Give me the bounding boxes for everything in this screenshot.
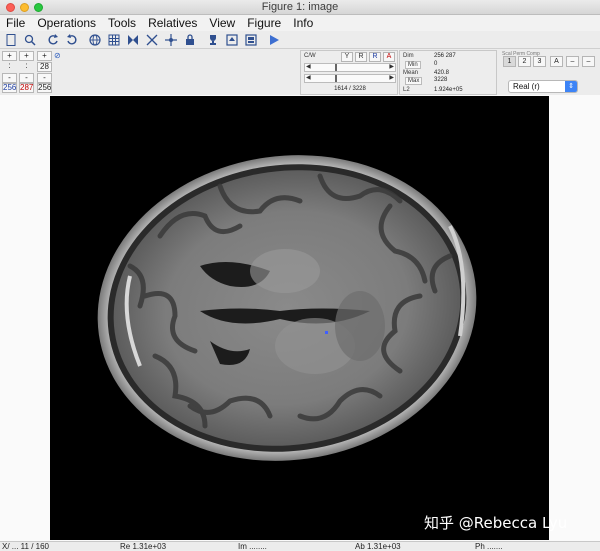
slider-right-arrow-icon[interactable]: ▶ — [389, 63, 394, 70]
menu-tools[interactable]: Tools — [108, 15, 136, 31]
globe-icon[interactable] — [88, 33, 102, 47]
mode-r-button[interactable]: R — [355, 52, 367, 62]
status-xy: X/ ... 11 / 160 — [2, 542, 49, 551]
x-decrement-button[interactable]: - — [2, 73, 17, 83]
contrast-slider-thumb[interactable] — [335, 64, 337, 71]
x-coordinate-value[interactable]: 256 — [2, 83, 17, 93]
y-decrement-button[interactable]: - — [19, 73, 34, 83]
display-panel: Scal Perm Comp 1 2 3 A – – Real (r) ⇕ — [499, 50, 600, 95]
stats-panel: Dim 256 287 Min 0 Mean 420.8 Max 3228 L2… — [399, 50, 497, 95]
chevron-updown-icon[interactable]: ⇕ — [565, 81, 577, 92]
mode-r2-button[interactable]: R — [369, 52, 381, 62]
contrast-window-panel: C/W Y R R A ◀ ▶ ◀ ▶ 1614 / 3228 — [300, 50, 398, 95]
mode-a-button[interactable]: A — [383, 52, 395, 62]
display-button-3[interactable]: 3 — [533, 56, 546, 67]
figure-window: Figure 1: image File Operations Tools Re… — [0, 0, 600, 551]
butterfly-icon[interactable] — [126, 33, 140, 47]
complex-mode-select[interactable]: Real (r) ⇕ — [508, 80, 578, 93]
y-coordinate-value[interactable]: 287 — [19, 83, 34, 93]
contrast-slider[interactable]: ◀ ▶ — [304, 63, 396, 72]
y-increment-button[interactable]: + — [19, 51, 34, 61]
status-real: Re 1.31e+03 — [120, 542, 167, 551]
mode-y-button[interactable]: Y — [341, 52, 353, 62]
menu-operations[interactable]: Operations — [37, 15, 96, 31]
z-decrement-button[interactable]: - — [37, 73, 52, 83]
play-icon[interactable] — [267, 33, 281, 47]
rotate-right-icon[interactable] — [65, 33, 79, 47]
slider-left-arrow-icon[interactable]: ◀ — [306, 63, 311, 70]
window-left-arrow-icon[interactable]: ◀ — [306, 74, 311, 81]
toolbar — [0, 31, 600, 49]
mean-label: Mean — [403, 70, 419, 76]
window-slider-thumb[interactable] — [335, 75, 337, 82]
menu-info[interactable]: Info — [293, 15, 313, 31]
status-imag: Im ........ — [238, 542, 267, 551]
l2-value: 1.924e+05 — [434, 87, 463, 93]
contrast-window-readout: 1614 / 3228 — [334, 86, 366, 92]
mri-brain-axial-slice — [97, 155, 477, 461]
menu-file[interactable]: File — [6, 15, 25, 31]
display-button-2[interactable]: 2 — [518, 56, 531, 67]
window-title: Figure 1: image — [261, 1, 339, 13]
window-right-arrow-icon[interactable]: ▶ — [389, 74, 394, 81]
watermark-text: 知乎 @Rebecca Lyu — [424, 514, 568, 532]
cross-arrows-icon[interactable] — [145, 33, 159, 47]
menu-bar: File Operations Tools Relatives View Fig… — [0, 15, 600, 31]
z-coordinate-value[interactable]: 256 — [37, 83, 52, 93]
slice-input[interactable]: 28 — [37, 62, 52, 72]
display-button-dash-1[interactable]: – — [566, 56, 579, 67]
display-button-a[interactable]: A — [550, 56, 563, 67]
title-bar: Figure 1: image — [0, 0, 600, 15]
mean-value: 420.8 — [434, 70, 450, 76]
menu-view[interactable]: View — [209, 15, 235, 31]
dim-value: 256 287 — [434, 53, 456, 59]
crosshair-icon[interactable] — [164, 33, 178, 47]
status-phase: Ph ....... — [475, 542, 503, 551]
dim-label: Dim — [403, 53, 414, 59]
y-range-separator: : — [25, 61, 28, 70]
display-button-dash-2[interactable]: – — [582, 56, 595, 67]
menu-figure[interactable]: Figure — [247, 15, 281, 31]
display-button-1[interactable]: 1 — [503, 56, 516, 67]
zoom-icon[interactable] — [23, 33, 37, 47]
controls-strip: + + + ⊘ : : 28 - - - 256 287 256 C/W Y R… — [0, 50, 600, 95]
x-increment-button[interactable]: + — [2, 51, 17, 61]
portrait-icon[interactable] — [4, 33, 18, 47]
export-icon[interactable] — [225, 33, 239, 47]
max-button[interactable]: Max — [405, 77, 423, 85]
l2-label: L2 — [403, 87, 410, 93]
max-value: 3228 — [434, 77, 448, 83]
status-bar: X/ ... 11 / 160 Re 1.31e+03 Im ........ … — [0, 541, 600, 551]
link-icon[interactable]: ⊘ — [54, 51, 61, 60]
image-canvas[interactable] — [50, 96, 549, 540]
complex-mode-value: Real (r) — [513, 82, 540, 91]
window-slider[interactable]: ◀ ▶ — [304, 74, 396, 83]
min-button[interactable]: Min — [405, 61, 421, 69]
status-abs: Ab 1.31e+03 — [355, 542, 401, 551]
x-range-separator: : — [8, 61, 11, 70]
menu-relatives[interactable]: Relatives — [148, 15, 197, 31]
print-icon[interactable] — [244, 33, 258, 47]
trophy-icon[interactable] — [206, 33, 220, 47]
min-value: 0 — [434, 61, 438, 67]
z-increment-button[interactable]: + — [37, 51, 52, 61]
rotate-left-icon[interactable] — [46, 33, 60, 47]
cursor-marker — [325, 331, 328, 334]
grid-icon[interactable] — [107, 33, 121, 47]
lock-icon[interactable] — [183, 33, 197, 47]
cw-label: C/W — [304, 53, 316, 59]
